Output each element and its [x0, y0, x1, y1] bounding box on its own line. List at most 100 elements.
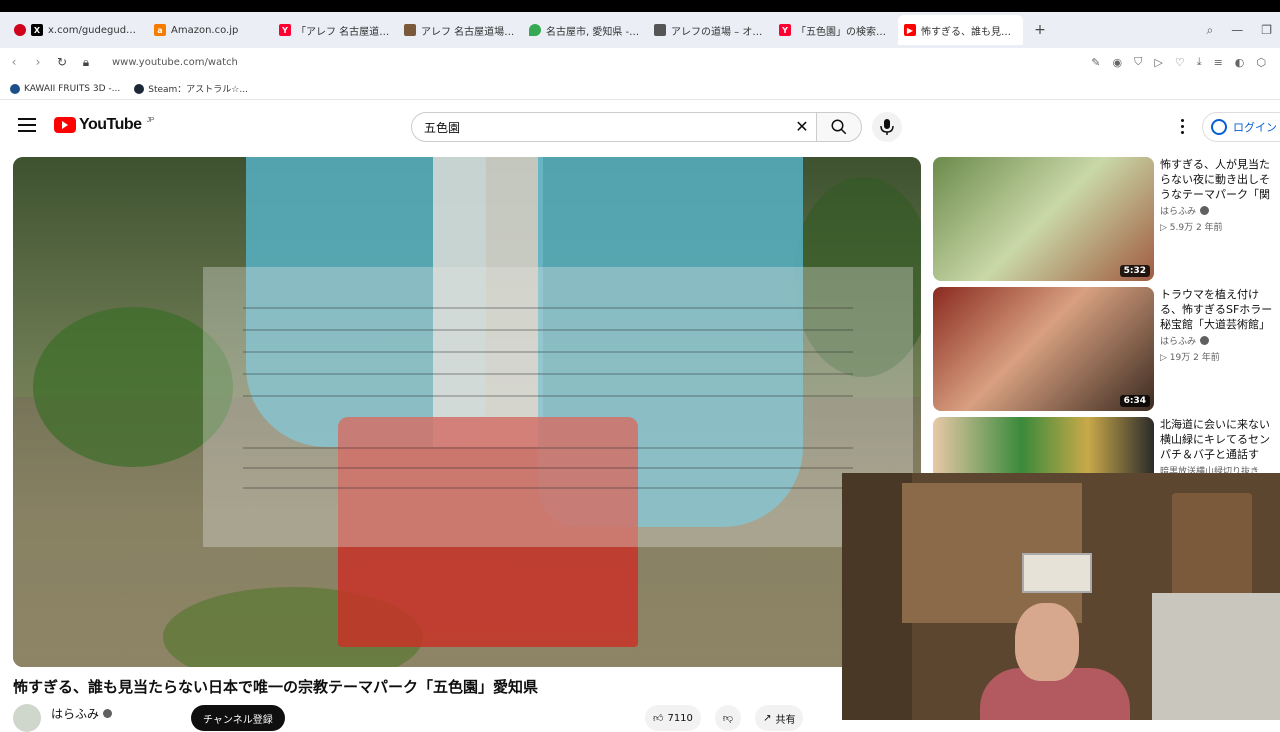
forward-icon[interactable]: ›	[26, 55, 50, 69]
hamburger-menu-icon[interactable]	[18, 118, 36, 132]
share-label: 共有	[775, 714, 796, 726]
doc-icon	[654, 24, 666, 36]
browser-tab-strip: X x.com/gudegude147/statu a Amazon.co.jp…	[0, 12, 1280, 48]
heart-icon[interactable]: ♡	[1175, 56, 1185, 69]
browser-tab[interactable]: 名古屋市, 愛知県 - Google	[523, 15, 648, 45]
window-controls: ⌕ — ❐	[1207, 12, 1273, 48]
recommendation-title[interactable]: 北海道に会いに来ない横山緑にキレてるセンパチ＆バ子と通話する...	[1160, 417, 1280, 463]
channel-avatar[interactable]	[13, 704, 41, 732]
logo-text: YouTube	[79, 116, 142, 133]
share-button[interactable]: ↗ 共有	[755, 705, 804, 731]
search-button[interactable]	[816, 112, 862, 142]
extensions-icon[interactable]: ⬡	[1256, 56, 1266, 69]
edit-icon[interactable]: ✎	[1091, 56, 1100, 69]
opera-icon	[14, 24, 26, 36]
channel-name[interactable]: 暗黒放送横山緑切り抜き	[1160, 464, 1259, 473]
youtube-play-icon	[54, 117, 76, 133]
bookmark-item[interactable]: Steam：アストラル☆...	[134, 82, 248, 95]
search-value: 五色園	[424, 120, 461, 135]
subscribe-button[interactable]: チャンネル登録	[191, 705, 285, 731]
profile-icon[interactable]: ◐	[1235, 56, 1245, 69]
channel-name[interactable]: はらふみ	[1160, 334, 1196, 347]
download-icon[interactable]: ⤓	[1197, 55, 1202, 69]
more-options-icon[interactable]	[1172, 116, 1192, 136]
restore-icon[interactable]: ❐	[1261, 23, 1272, 37]
browser-tab[interactable]: X x.com/gudegude147/statu	[8, 15, 148, 45]
login-button[interactable]: ログイン	[1202, 112, 1280, 142]
video-duration: 5:32	[1119, 265, 1150, 277]
browser-tab-active[interactable]: ▶ 怖すぎる、誰も見当たら	[898, 15, 1023, 45]
views-age: 5.9万 2 年前	[1169, 223, 1223, 233]
bookmark-label: KAWAII FRUITS 3D -...	[24, 83, 121, 94]
video-thumbnail[interactable]: 5:32	[933, 157, 1154, 281]
shield-icon[interactable]: ⛉	[1134, 55, 1142, 69]
login-label: ログイン	[1233, 121, 1277, 134]
new-tab-icon[interactable]: +	[1029, 19, 1051, 41]
camera-icon[interactable]: ◉	[1112, 56, 1122, 69]
bookmark-label: Steam：アストラル☆...	[148, 85, 248, 95]
tab-label: アレフの道場 – オウム真理教	[671, 26, 767, 38]
back-icon[interactable]: ‹	[2, 55, 26, 69]
tab-label: 名古屋市, 愛知県 - Google	[546, 26, 642, 38]
menu-icon[interactable]: ≡	[1214, 56, 1223, 69]
youtube-logo[interactable]: YouTube JP	[54, 116, 154, 134]
video-thumbnail[interactable]	[933, 417, 1154, 473]
channel-row: はらふみ チャンネル登録 👍︎ 7110 👎︎ ↗ 共有	[13, 703, 843, 732]
recommendation-title[interactable]: トラウマを植え付ける、怖すぎるSFホラー秘宝館「大道芸術館」東京都墨...	[1160, 287, 1280, 333]
search-tabs-icon[interactable]: ⌕	[1207, 23, 1214, 38]
bookmarks-bar: KAWAII FRUITS 3D -... Steam：アストラル☆...	[0, 78, 1280, 100]
video-duration: 6:34	[1119, 395, 1150, 407]
recommendation-meta: ▷ 5.9万 2 年前	[1160, 223, 1223, 233]
x-icon: X	[31, 24, 43, 36]
browser-tab[interactable]: Y 「五色園」の検索結果 - Yah	[773, 15, 898, 45]
screen-top-bar	[0, 0, 1280, 12]
browser-tab[interactable]: Y 「アレフ 名古屋道場」の検索	[273, 15, 398, 45]
url-field[interactable]: www.youtube.com/watch	[112, 57, 238, 68]
channel-name[interactable]: はらふみ	[51, 705, 99, 722]
bookmark-item[interactable]: KAWAII FRUITS 3D -...	[10, 83, 121, 94]
minimize-icon[interactable]: —	[1231, 23, 1243, 37]
like-button[interactable]: 👍︎ 7110	[645, 705, 701, 731]
voice-search-button[interactable]	[872, 112, 902, 142]
reload-icon[interactable]: ↻	[50, 55, 74, 69]
channel-name[interactable]: はらふみ	[1160, 204, 1196, 217]
steam-icon	[134, 83, 145, 94]
webcam-paper-pile	[1152, 593, 1280, 720]
dislike-button[interactable]: 👎︎	[714, 705, 742, 731]
recommendation-title[interactable]: 怖すぎる、人が見当たらない夜に動き出しそうなテーマパーク「関ヶ原ウォー...	[1160, 157, 1280, 203]
tab-label: x.com/gudegude147/statu	[48, 24, 142, 36]
verified-icon	[103, 708, 113, 718]
recommendation-channel: はらふみ	[1160, 204, 1210, 217]
browser-tab[interactable]: アレフの道場 – オウム真理教	[648, 15, 773, 45]
microphone-icon	[880, 119, 894, 135]
recommendation-meta: ▷ 19万 2 年前	[1160, 353, 1220, 363]
clear-search-icon[interactable]: ✕	[792, 117, 812, 137]
tab-label: 「アレフ 名古屋道場」の検索	[296, 26, 392, 38]
youtube-icon: ▶	[904, 24, 916, 36]
recommendation-channel: はらふみ	[1160, 334, 1210, 347]
play-icon[interactable]: ▷	[1154, 56, 1162, 69]
verified-icon	[1200, 206, 1210, 215]
video-thumbnail[interactable]: 6:34	[933, 287, 1154, 411]
video-frame-text-overlay	[203, 267, 913, 547]
web-icon	[404, 24, 416, 36]
webcam-overlay	[842, 473, 1280, 720]
region-code: JP	[146, 116, 155, 124]
like-count: 7110	[667, 712, 693, 724]
browser-tab[interactable]: アレフ 名古屋道場 - 雪だるま	[398, 15, 523, 45]
recommendation-item[interactable]: 6:34 トラウマを植え付ける、怖すぎるSFホラー秘宝館「大道芸術館」東京都墨.…	[933, 287, 1280, 411]
thumbs-up-icon: 👍︎	[653, 713, 664, 724]
webcam-wall-frame	[1022, 553, 1092, 593]
address-bar: ‹ › ↻ 🔒︎ www.youtube.com/watch ✎ ◉ ⛉ ▷ ♡…	[0, 48, 1280, 76]
recommendation-item[interactable]: 5:32 怖すぎる、人が見当たらない夜に動き出しそうなテーマパーク「関ヶ原ウォー…	[933, 157, 1280, 281]
tab-label: Amazon.co.jp	[171, 24, 239, 36]
bookmark-favicon-icon	[10, 83, 20, 94]
search-input[interactable]: 五色園 ✕	[411, 112, 816, 142]
recommendation-item[interactable]: 北海道に会いに来ない横山緑にキレてるセンパチ＆バ子と通話する... 暗黒放送横山…	[933, 417, 1280, 473]
video-title: 怖すぎる、誰も見当たらない日本で唯一の宗教テーマパーク「五色園」愛知県	[13, 678, 539, 696]
video-player[interactable]	[13, 157, 921, 667]
yahoo-icon: Y	[279, 24, 291, 36]
lock-icon: 🔒︎	[82, 54, 90, 69]
recommendation-channel: 暗黒放送横山緑切り抜き	[1160, 464, 1259, 473]
browser-tab[interactable]: a Amazon.co.jp	[148, 15, 273, 45]
